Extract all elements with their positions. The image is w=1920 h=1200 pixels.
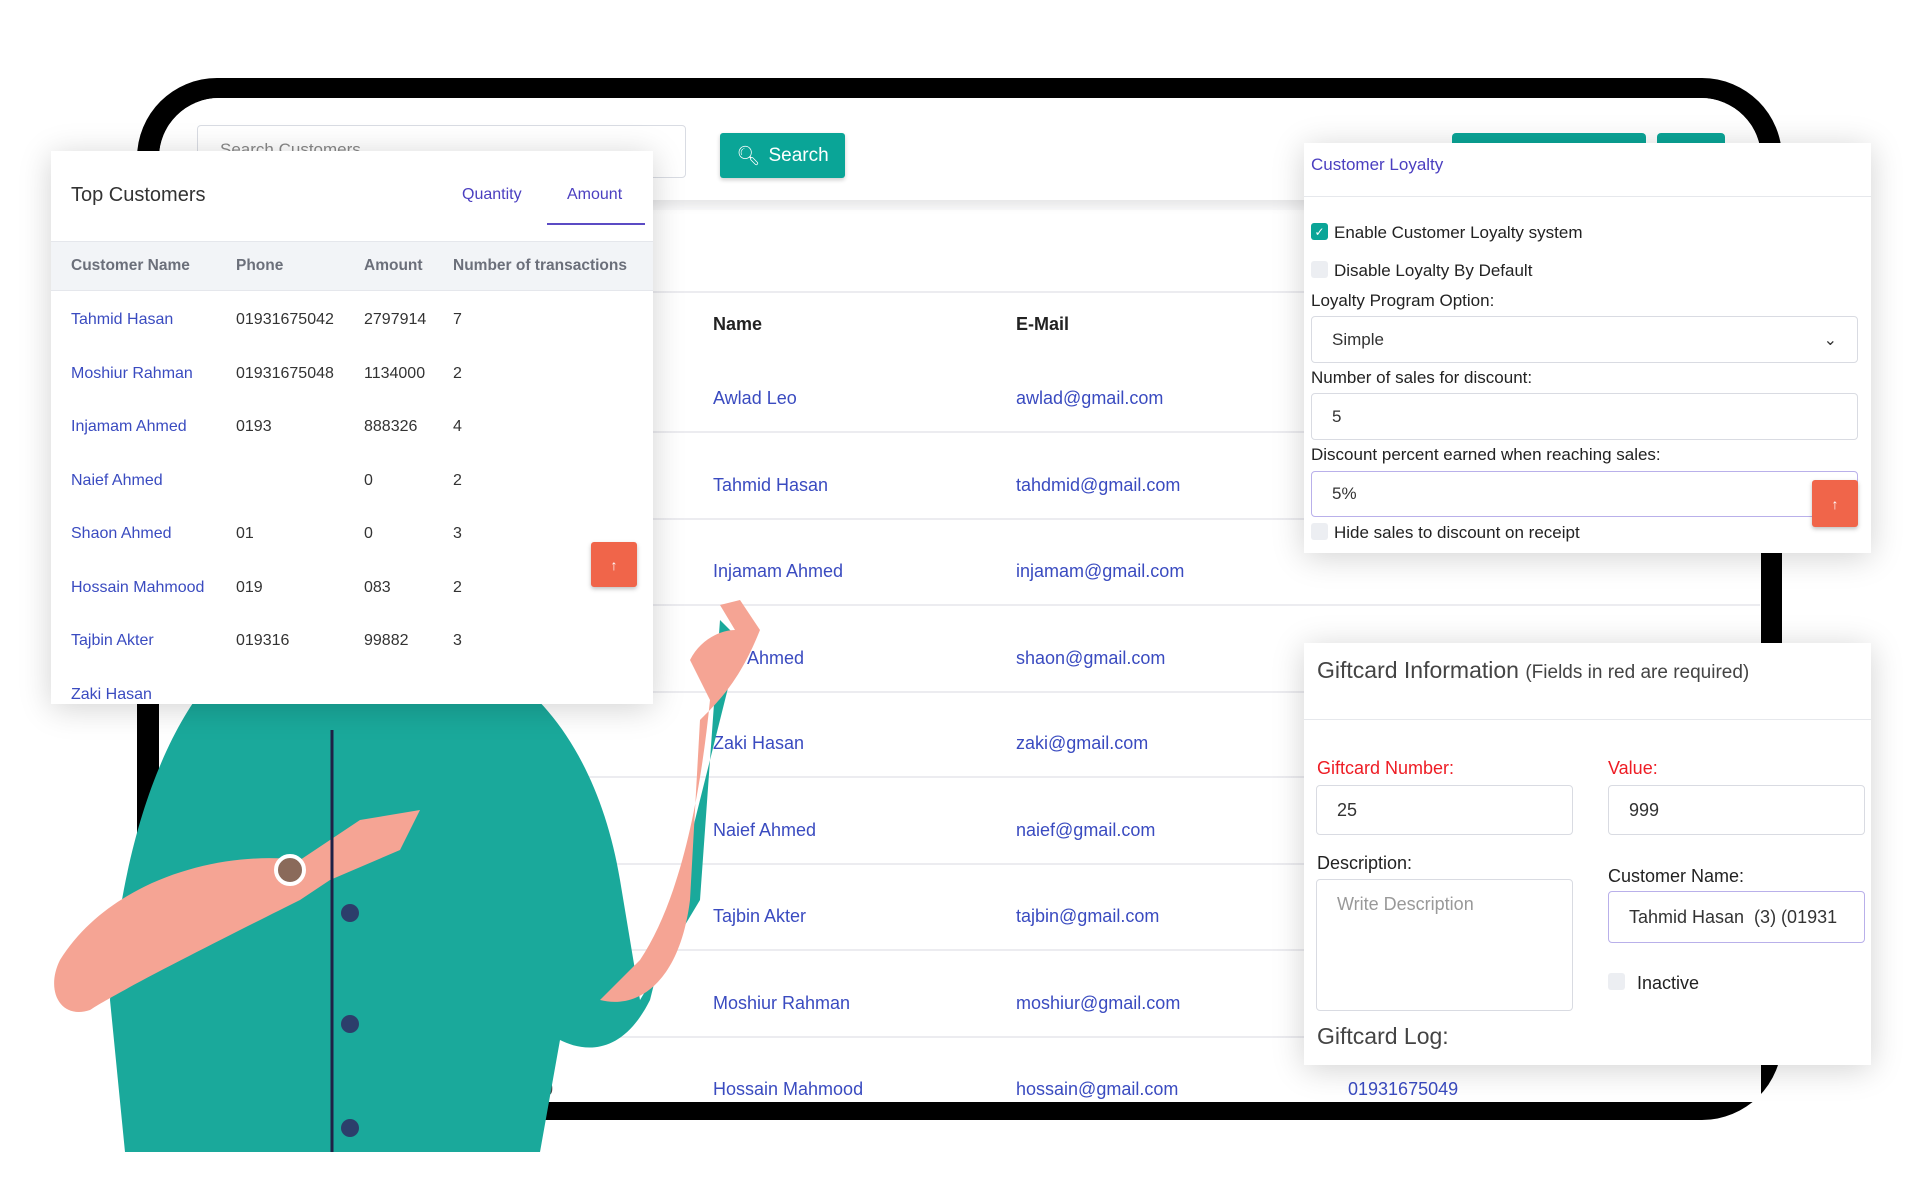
top-customer-phone: 01 [236, 525, 254, 542]
column-header-transactions: Number of transactions [453, 257, 627, 274]
column-header-amount: Amount [364, 257, 423, 274]
hide-sales-checkbox[interactable] [1311, 523, 1328, 540]
top-customer-name[interactable]: Moshiur Rahman [71, 365, 193, 383]
top-customer-amount: 888326 [364, 418, 418, 435]
disable-default-label: Disable Loyalty By Default [1334, 261, 1533, 280]
top-customers-title: Top Customers [71, 184, 206, 206]
giftcard-subtitle: (Fields in red are required) [1525, 662, 1750, 683]
top-customer-amount: 0 [364, 471, 373, 489]
giftcard-number-input[interactable]: 25 [1316, 785, 1573, 835]
customer-loyalty-card: Customer Loyalty ✓ Enable Customer Loyal… [1304, 143, 1871, 553]
giftcard-number-label: Giftcard Number: [1317, 758, 1455, 778]
giftcard-title: Giftcard Information (Fields in red are … [1317, 657, 1750, 683]
tab-quantity[interactable]: Quantity [462, 186, 522, 204]
top-customer-phone: 019 [236, 578, 263, 596]
top-customer-name[interactable]: Zaki Hasan [71, 686, 152, 704]
top-customer-transactions: 2 [453, 471, 462, 489]
top-customer-name[interactable]: Shaon Ahmed [71, 525, 172, 543]
top-customer-phone: 01931675048 [236, 364, 334, 382]
sales-input[interactable]: 5 [1311, 393, 1858, 440]
loyalty-title: Customer Loyalty [1311, 155, 1444, 174]
tab-amount[interactable]: Amount [567, 186, 622, 204]
top-customer-transactions: 3 [453, 632, 462, 649]
giftcard-log-label: Giftcard Log: [1317, 1023, 1449, 1049]
top-customer-transactions: 2 [453, 364, 462, 382]
percent-input[interactable]: 5% [1311, 471, 1858, 517]
top-customer-amount: 1134000 [364, 364, 426, 382]
inactive-checkbox[interactable] [1608, 973, 1625, 990]
hide-sales-label: Hide sales to discount on receipt [1334, 523, 1580, 542]
enable-loyalty-checkbox[interactable]: ✓ [1311, 223, 1328, 240]
program-option-select[interactable]: Simple ⌄ [1311, 316, 1858, 363]
top-customer-name[interactable]: Naief Ahmed [71, 472, 163, 490]
top-customer-name[interactable]: Injamam Ahmed [71, 418, 187, 436]
top-customer-phone: 01931675042 [236, 311, 334, 328]
top-customer-phone: 019316 [236, 632, 290, 649]
column-header-customer-name: Customer Name [71, 257, 190, 274]
enable-loyalty-label: Enable Customer Loyalty system [1334, 223, 1583, 242]
top-customer-transactions: 7 [453, 311, 462, 328]
disable-default-checkbox[interactable] [1311, 261, 1328, 278]
customer-name-label: Customer Name: [1608, 866, 1745, 886]
program-option-label: Loyalty Program Option: [1311, 291, 1495, 310]
scroll-top-button[interactable]: ↑ [1812, 480, 1858, 527]
arrow-up-icon: ↑ [610, 556, 618, 573]
inactive-label: Inactive [1637, 973, 1700, 993]
scroll-top-button[interactable]: ↑ [591, 542, 637, 587]
percent-label: Discount percent earned when reaching sa… [1311, 445, 1661, 464]
top-customer-amount: 2797914 [364, 311, 427, 328]
customer-name-input[interactable]: Tahmid Hasan (3) (01931 [1608, 891, 1865, 943]
description-label: Description: [1317, 853, 1413, 873]
top-customer-name[interactable]: Tajbin Akter [71, 632, 154, 650]
top-customer-name[interactable]: Hossain Mahmood [71, 579, 204, 597]
top-customer-amount: 0 [364, 525, 373, 542]
column-header-phone: Phone [236, 257, 284, 274]
active-tab-underline [547, 223, 645, 225]
top-customer-transactions: 4 [453, 418, 462, 435]
top-customer-amount: 083 [364, 578, 391, 596]
top-customer-phone: 0193 [236, 418, 272, 435]
value-label: Value: [1608, 758, 1658, 778]
arrow-up-icon: ↑ [1831, 495, 1839, 512]
description-textarea[interactable]: Write Description [1316, 879, 1573, 1011]
value-input[interactable]: 999 [1608, 785, 1865, 835]
top-customer-amount: 99882 [364, 632, 409, 649]
top-customers-card: Top Customers Quantity Amount Customer N… [51, 151, 653, 704]
chevron-down-icon: ⌄ [1823, 331, 1837, 349]
top-customer-name[interactable]: Tahmid Hasan [71, 311, 173, 329]
top-customer-transactions: 2 [453, 578, 462, 596]
giftcard-card: Giftcard Information (Fields in red are … [1304, 643, 1871, 1065]
top-customer-transactions: 3 [453, 525, 462, 542]
sales-label: Number of sales for discount: [1311, 368, 1533, 387]
program-option-value: Simple [1332, 329, 1384, 349]
